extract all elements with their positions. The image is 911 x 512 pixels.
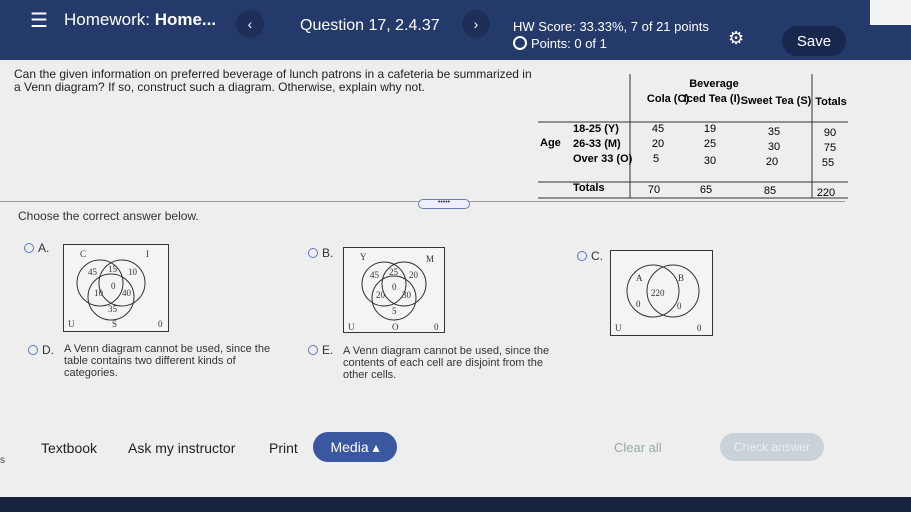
svg-text:40: 40: [122, 288, 132, 298]
svg-text:0: 0: [677, 301, 682, 311]
option-d[interactable]: D.: [28, 343, 54, 357]
row-label-o: Over 33 (O): [573, 153, 633, 165]
cell: 25: [704, 138, 716, 150]
cell: 5: [653, 153, 659, 165]
window-edge: [870, 0, 911, 25]
option-e-text: A Venn diagram cannot be used, since the…: [343, 345, 550, 381]
cell: 19: [704, 123, 716, 135]
svg-text:0: 0: [111, 281, 116, 291]
svg-text:10: 10: [128, 267, 138, 277]
stray-text: s: [0, 455, 5, 466]
svg-text:U: U: [68, 319, 75, 329]
svg-text:25: 25: [389, 267, 399, 277]
print-button[interactable]: Print: [269, 440, 298, 456]
question-title: Question 17, 2.4.37: [300, 17, 440, 34]
col-totals: Totals: [815, 96, 847, 108]
svg-text:10: 10: [94, 288, 104, 298]
venn-a: C I U S 45 15 10 0 10 40 35 0: [63, 244, 169, 332]
score-panel: HW Score: 33.33%, 7 of 21 points Points:…: [513, 18, 709, 52]
cell: 20: [766, 156, 778, 168]
cell: 70: [648, 184, 660, 196]
radio-e[interactable]: [308, 345, 318, 355]
svg-text:0: 0: [697, 323, 702, 333]
svg-text:5: 5: [392, 306, 397, 316]
question-text: Can the given information on preferred b…: [14, 67, 532, 94]
cell: 85: [764, 185, 776, 197]
row-label-m: 26-33 (M): [573, 138, 621, 150]
radio-d[interactable]: [28, 345, 38, 355]
cell: 20: [652, 138, 664, 150]
svg-text:45: 45: [370, 270, 380, 280]
top-bar: ☰ Homework: Home... ‹ Question 17, 2.4.3…: [0, 0, 911, 68]
instruction: Choose the correct answer below.: [18, 209, 199, 223]
points-circle-icon: [513, 36, 527, 50]
svg-text:Y: Y: [360, 252, 367, 262]
save-button[interactable]: Save: [782, 26, 846, 56]
row-label-y: 18-25 (Y): [573, 123, 619, 135]
gear-icon[interactable]: ⚙: [728, 28, 744, 49]
textbook-button[interactable]: Textbook: [41, 440, 97, 456]
beverage-header: Beverage: [689, 78, 739, 90]
svg-text:M: M: [426, 254, 434, 264]
svg-text:15: 15: [108, 264, 118, 274]
hw-score: HW Score: 33.33%, 7 of 21 points: [513, 19, 709, 34]
radio-b[interactable]: [308, 248, 318, 258]
svg-text:0: 0: [636, 299, 641, 309]
beverage-table: Beverage Cola (C) Iced Tea (I) Sweet Tea…: [538, 74, 848, 199]
check-answer-button[interactable]: Check answer: [720, 433, 824, 461]
option-e[interactable]: E.: [308, 343, 333, 357]
prev-question-button[interactable]: ‹: [236, 10, 264, 38]
svg-text:U: U: [348, 322, 355, 332]
svg-text:S: S: [112, 319, 117, 329]
option-d-text: A Venn diagram cannot be used, since the…: [64, 343, 271, 379]
cell: 30: [704, 155, 716, 167]
svg-text:220: 220: [651, 288, 665, 298]
svg-text:20: 20: [409, 270, 419, 280]
clear-all-button[interactable]: Clear all: [614, 440, 662, 455]
next-question-button[interactable]: ›: [462, 10, 490, 38]
col-iced-tea: Iced Tea (I): [684, 93, 741, 105]
radio-c[interactable]: [577, 251, 587, 261]
cell: 30: [768, 141, 780, 153]
ask-instructor-button[interactable]: Ask my instructor: [128, 440, 235, 456]
svg-text:35: 35: [108, 304, 118, 314]
svg-text:20: 20: [376, 290, 386, 300]
cell: 220: [817, 187, 835, 199]
cell: 90: [824, 127, 836, 139]
cell: 35: [768, 126, 780, 138]
taskbar: [0, 497, 911, 512]
points: Points: 0 of 1: [513, 35, 709, 52]
radio-a[interactable]: [24, 243, 34, 253]
homework-title[interactable]: Homework: Home...: [64, 10, 216, 30]
svg-text:0: 0: [434, 322, 439, 332]
media-button[interactable]: Media ▴: [313, 432, 397, 462]
row-label-totals: Totals: [573, 182, 605, 194]
svg-text:C: C: [80, 249, 86, 259]
option-b[interactable]: B.: [308, 246, 333, 260]
cell: 45: [652, 123, 664, 135]
svg-text:0: 0: [392, 282, 397, 292]
svg-text:O: O: [392, 322, 399, 332]
venn-b: Y M U O 45 25 20 0 20 30 5 0: [343, 247, 445, 333]
option-a[interactable]: A.: [24, 241, 49, 255]
svg-text:I: I: [146, 249, 149, 259]
option-c[interactable]: C.: [577, 249, 603, 263]
svg-text:0: 0: [158, 319, 163, 329]
row-group-age: Age: [540, 137, 561, 149]
svg-text:U: U: [615, 323, 622, 333]
menu-icon[interactable]: ☰: [30, 8, 48, 33]
venn-c: A B U 220 0 0 0: [610, 250, 713, 336]
col-sweet-tea: Sweet Tea (S): [741, 95, 812, 107]
cell: 65: [700, 184, 712, 196]
svg-text:45: 45: [88, 267, 98, 277]
svg-text:B: B: [678, 273, 684, 283]
expand-handle[interactable]: •••••: [418, 199, 470, 209]
svg-text:A: A: [636, 273, 643, 283]
cell: 55: [822, 157, 834, 169]
svg-text:30: 30: [402, 290, 412, 300]
cell: 75: [824, 142, 836, 154]
